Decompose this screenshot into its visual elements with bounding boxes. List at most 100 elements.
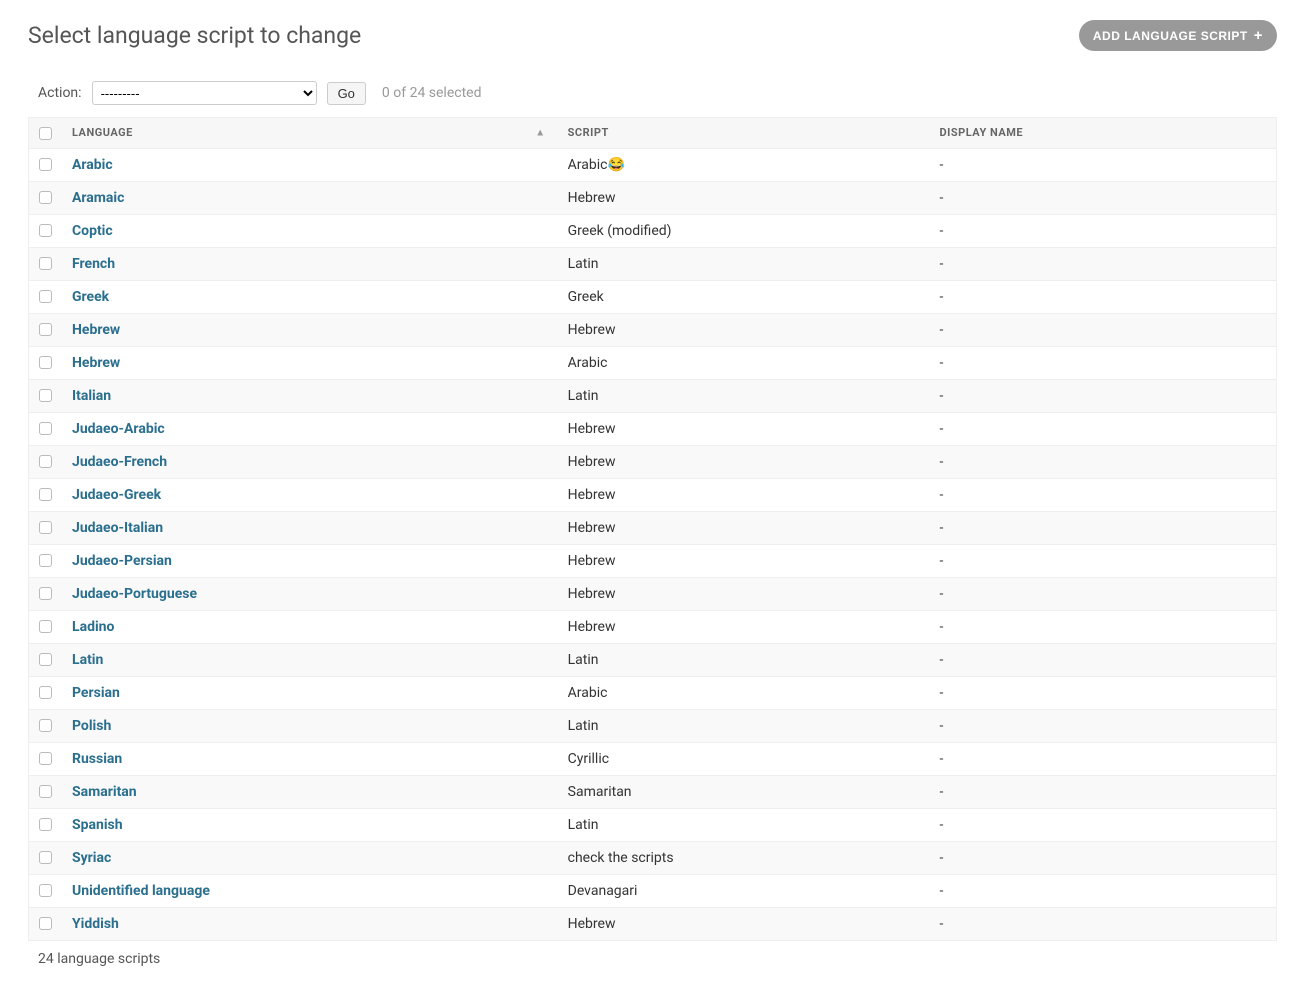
table-row: Judaeo-Portuguese Hebrew- bbox=[29, 577, 1277, 610]
row-checkbox[interactable] bbox=[39, 488, 52, 501]
row-checkbox[interactable] bbox=[39, 356, 52, 369]
script-cell: check the scripts bbox=[558, 841, 930, 874]
row-checkbox[interactable] bbox=[39, 884, 52, 897]
plus-icon: + bbox=[1254, 28, 1263, 43]
table-row: SpanishLatin- bbox=[29, 808, 1277, 841]
row-checkbox[interactable] bbox=[39, 455, 52, 468]
add-language-script-button[interactable]: ADD LANGUAGE SCRIPT + bbox=[1079, 20, 1277, 51]
script-cell: Arabic😂 bbox=[558, 148, 930, 181]
display-name-cell: - bbox=[930, 676, 1277, 709]
column-header-language[interactable]: Language ▲ bbox=[62, 118, 558, 149]
display-name-cell: - bbox=[930, 874, 1277, 907]
language-link[interactable]: Aramaic bbox=[72, 190, 124, 206]
script-cell: Greek bbox=[558, 280, 930, 313]
language-link[interactable]: Persian bbox=[72, 685, 120, 701]
table-row: GreekGreek- bbox=[29, 280, 1277, 313]
language-link[interactable]: Hebrew bbox=[72, 355, 120, 371]
language-link[interactable]: Judaeo-Arabic bbox=[72, 421, 165, 437]
row-checkbox[interactable] bbox=[39, 422, 52, 435]
language-link[interactable]: Spanish bbox=[72, 817, 123, 833]
table-row: Syriac check the scripts- bbox=[29, 841, 1277, 874]
language-link[interactable]: Greek bbox=[72, 289, 109, 305]
row-checkbox[interactable] bbox=[39, 224, 52, 237]
language-link[interactable]: Syriac bbox=[72, 850, 111, 866]
column-header-script[interactable]: Script bbox=[558, 118, 930, 149]
script-cell: Hebrew bbox=[558, 478, 930, 511]
select-all-checkbox[interactable] bbox=[39, 127, 52, 140]
language-link[interactable]: Samaritan bbox=[72, 784, 137, 800]
row-checkbox[interactable] bbox=[39, 653, 52, 666]
row-checkbox[interactable] bbox=[39, 521, 52, 534]
row-checkbox[interactable] bbox=[39, 785, 52, 798]
selected-count: 0 of 24 selected bbox=[382, 85, 482, 101]
display-name-cell: - bbox=[930, 148, 1277, 181]
add-button-label: ADD LANGUAGE SCRIPT bbox=[1093, 29, 1248, 43]
language-link[interactable]: Judaeo-Greek bbox=[72, 487, 161, 503]
row-checkbox[interactable] bbox=[39, 752, 52, 765]
row-checkbox[interactable] bbox=[39, 389, 52, 402]
display-name-cell: - bbox=[930, 577, 1277, 610]
display-name-cell: - bbox=[930, 280, 1277, 313]
go-button[interactable]: Go bbox=[327, 82, 366, 105]
language-link[interactable]: French bbox=[72, 256, 115, 272]
row-checkbox[interactable] bbox=[39, 620, 52, 633]
table-row: Judaeo-FrenchHebrew- bbox=[29, 445, 1277, 478]
row-checkbox[interactable] bbox=[39, 257, 52, 270]
row-checkbox[interactable] bbox=[39, 686, 52, 699]
table-row: Judaeo-PersianHebrew- bbox=[29, 544, 1277, 577]
language-link[interactable]: Latin bbox=[72, 652, 103, 668]
row-checkbox[interactable] bbox=[39, 719, 52, 732]
table-row: YiddishHebrew- bbox=[29, 907, 1277, 940]
row-checkbox[interactable] bbox=[39, 587, 52, 600]
table-row: ItalianLatin- bbox=[29, 379, 1277, 412]
display-name-cell: - bbox=[930, 313, 1277, 346]
row-checkbox[interactable] bbox=[39, 323, 52, 336]
row-checkbox[interactable] bbox=[39, 554, 52, 567]
sort-asc-icon: ▲ bbox=[535, 127, 545, 138]
row-checkbox[interactable] bbox=[39, 818, 52, 831]
language-link[interactable]: Arabic bbox=[72, 157, 113, 173]
display-name-cell: - bbox=[930, 214, 1277, 247]
language-link[interactable]: Judaeo-Portuguese bbox=[72, 586, 197, 602]
display-name-cell: - bbox=[930, 544, 1277, 577]
language-link[interactable]: Hebrew bbox=[72, 322, 120, 338]
language-link[interactable]: Italian bbox=[72, 388, 111, 404]
script-cell: Hebrew bbox=[558, 907, 930, 940]
page-title: Select language script to change bbox=[28, 22, 361, 49]
display-name-cell: - bbox=[930, 181, 1277, 214]
language-link[interactable]: Judaeo-French bbox=[72, 454, 167, 470]
action-select[interactable]: --------- bbox=[92, 81, 317, 105]
language-link[interactable]: Coptic bbox=[72, 223, 113, 239]
display-name-cell: - bbox=[930, 379, 1277, 412]
display-name-cell: - bbox=[930, 775, 1277, 808]
script-cell: Hebrew bbox=[558, 577, 930, 610]
language-link[interactable]: Unidentified language bbox=[72, 883, 210, 899]
script-cell: Hebrew bbox=[558, 445, 930, 478]
language-link[interactable]: Judaeo-Italian bbox=[72, 520, 163, 536]
row-checkbox[interactable] bbox=[39, 158, 52, 171]
script-cell: Hebrew bbox=[558, 511, 930, 544]
row-checkbox[interactable] bbox=[39, 917, 52, 930]
language-link[interactable]: Judaeo-Persian bbox=[72, 553, 172, 569]
row-checkbox[interactable] bbox=[39, 191, 52, 204]
script-cell: Samaritan bbox=[558, 775, 930, 808]
column-header-display-name[interactable]: Display Name bbox=[930, 118, 1277, 149]
action-label: Action: bbox=[38, 85, 82, 101]
row-checkbox[interactable] bbox=[39, 290, 52, 303]
display-name-cell: - bbox=[930, 841, 1277, 874]
script-cell: Arabic bbox=[558, 676, 930, 709]
changelist-table: Language ▲ Script Display Name Arabic Ara… bbox=[28, 117, 1277, 941]
language-link[interactable]: Polish bbox=[72, 718, 111, 734]
display-name-cell: - bbox=[930, 709, 1277, 742]
table-row: Persian Arabic- bbox=[29, 676, 1277, 709]
language-link[interactable]: Russian bbox=[72, 751, 122, 767]
table-row: LatinLatin- bbox=[29, 643, 1277, 676]
language-link[interactable]: Yiddish bbox=[72, 916, 119, 932]
script-cell: Arabic bbox=[558, 346, 930, 379]
table-row: CopticGreek (modified)- bbox=[29, 214, 1277, 247]
table-row: Judaeo-Italian Hebrew- bbox=[29, 511, 1277, 544]
row-checkbox[interactable] bbox=[39, 851, 52, 864]
display-name-cell: - bbox=[930, 511, 1277, 544]
language-link[interactable]: Ladino bbox=[72, 619, 114, 635]
table-row: Judaeo-ArabicHebrew- bbox=[29, 412, 1277, 445]
